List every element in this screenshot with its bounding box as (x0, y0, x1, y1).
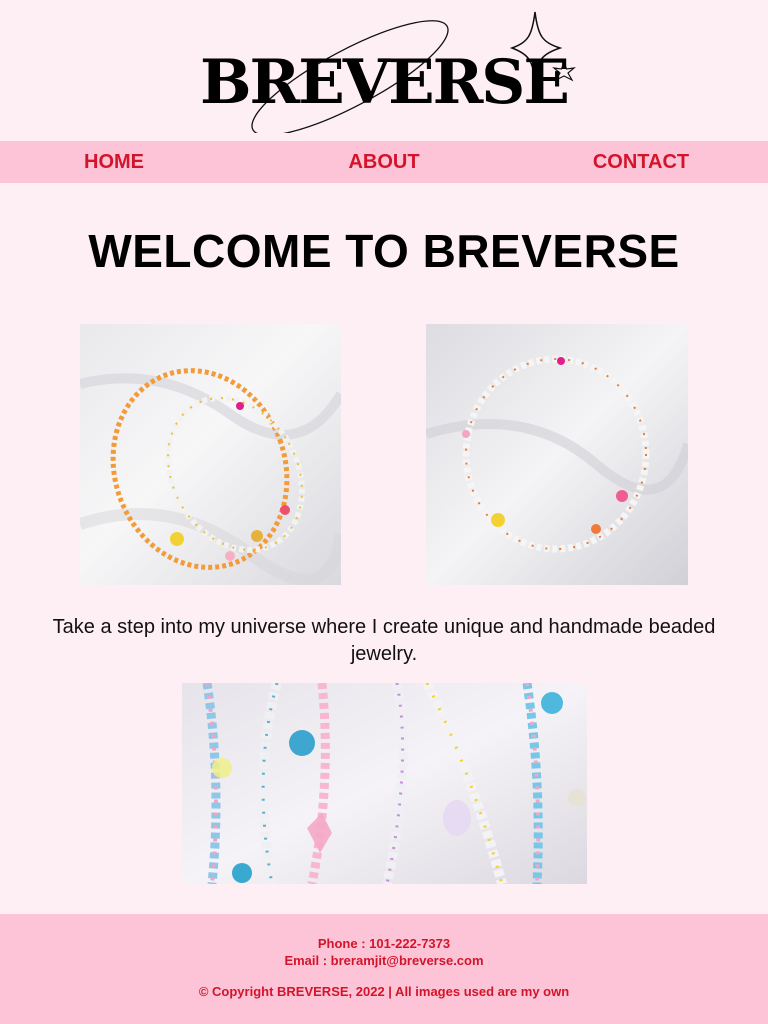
page-title: WELCOME TO BREVERSE (88, 225, 680, 277)
footer-email[interactable]: Email : breramjit@breverse.com (0, 953, 768, 968)
nav-about-link[interactable]: ABOUT (329, 141, 439, 183)
nav-contact-link[interactable]: CONTACT (586, 141, 696, 183)
nav-home-link[interactable]: HOME (59, 141, 169, 183)
footer-copyright: © Copyright BREVERSE, 2022 | All images … (198, 984, 570, 999)
necklace-photo-1 (80, 324, 341, 585)
necklace-photo-2 (426, 324, 688, 585)
brand-logo[interactable]: BREVERSE (190, 8, 590, 133)
footer-phone[interactable]: Phone : 101-222-7373 (0, 936, 768, 951)
main-nav: HOME ABOUT CONTACT (0, 141, 768, 183)
beads-closeup-photo (182, 683, 587, 884)
logo-wordmark: BREVERSE (200, 47, 570, 118)
site-footer: Phone : 101-222-7373 Email : breramjit@b… (0, 914, 768, 1024)
intro-text: Take a step into my universe where I cre… (52, 616, 716, 665)
